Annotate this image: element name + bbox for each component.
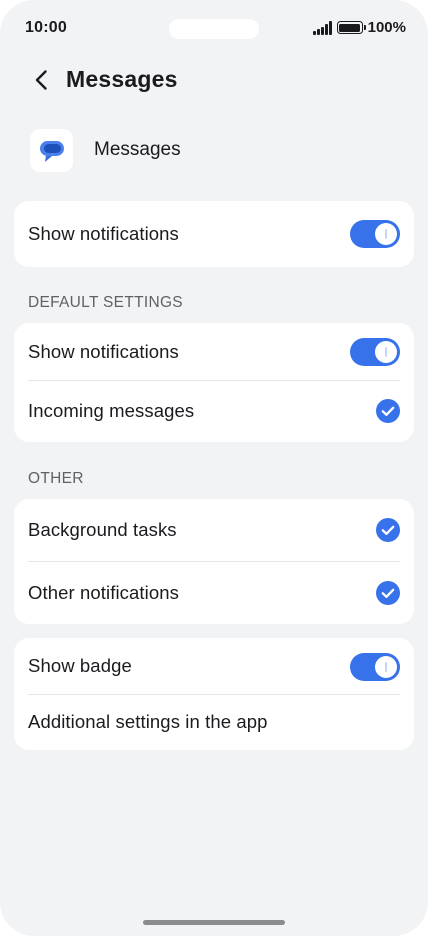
default-settings-header: DEFAULT SETTINGS — [28, 294, 183, 311]
show-notifications-row[interactable]: Show notifications — [14, 201, 414, 267]
other-card: Background tasks Other notifications — [14, 499, 414, 624]
show-badge-toggle[interactable] — [350, 653, 400, 681]
camera-pill — [169, 19, 259, 39]
notifications-card: Show notifications — [14, 201, 414, 267]
incoming-messages-label: Incoming messages — [28, 400, 195, 421]
other-notifications-checkbox-icon[interactable] — [376, 581, 400, 605]
additional-settings-row[interactable]: Additional settings in the app — [14, 694, 414, 750]
background-tasks-checkbox-icon[interactable] — [376, 518, 400, 542]
show-badge-label: Show badge — [28, 655, 132, 676]
background-tasks-row[interactable]: Background tasks — [14, 499, 414, 561]
app-name: Messages — [94, 139, 181, 160]
other-header: OTHER — [28, 470, 84, 487]
battery-icon — [336, 21, 367, 34]
signal-icon — [313, 20, 332, 35]
show-notifications-toggle[interactable] — [350, 220, 400, 248]
page-header: Messages — [0, 58, 428, 102]
home-indicator[interactable] — [143, 920, 285, 925]
default-show-notifications-label: Show notifications — [28, 340, 179, 362]
default-show-notifications-toggle[interactable] — [350, 338, 400, 366]
incoming-messages-row[interactable]: Incoming messages — [14, 380, 414, 442]
background-tasks-label: Background tasks — [28, 519, 177, 540]
phone-screen: 10:00 100% Messages Messages Show notifi… — [0, 0, 428, 936]
battery-percent: 100% — [367, 19, 406, 36]
status-bar: 10:00 100% — [0, 0, 428, 56]
app-info-row: Messages — [30, 128, 181, 172]
incoming-messages-checkbox-icon[interactable] — [376, 399, 400, 423]
default-settings-card: Show notifications Incoming messages — [14, 323, 414, 442]
additional-settings-label: Additional settings in the app — [28, 711, 268, 732]
show-notifications-label: Show notifications — [28, 223, 179, 244]
badge-card: Show badge Additional settings in the ap… — [14, 638, 414, 750]
show-badge-row[interactable]: Show badge — [14, 638, 414, 694]
status-icons: 100% — [313, 19, 406, 36]
other-notifications-row[interactable]: Other notifications — [14, 561, 414, 624]
other-notifications-label: Other notifications — [28, 581, 180, 603]
messages-app-icon — [30, 128, 73, 172]
chevron-left-icon[interactable] — [30, 68, 54, 92]
status-time: 10:00 — [25, 19, 67, 36]
default-show-notifications-row[interactable]: Show notifications — [14, 323, 414, 380]
page-title: Messages — [66, 66, 178, 92]
